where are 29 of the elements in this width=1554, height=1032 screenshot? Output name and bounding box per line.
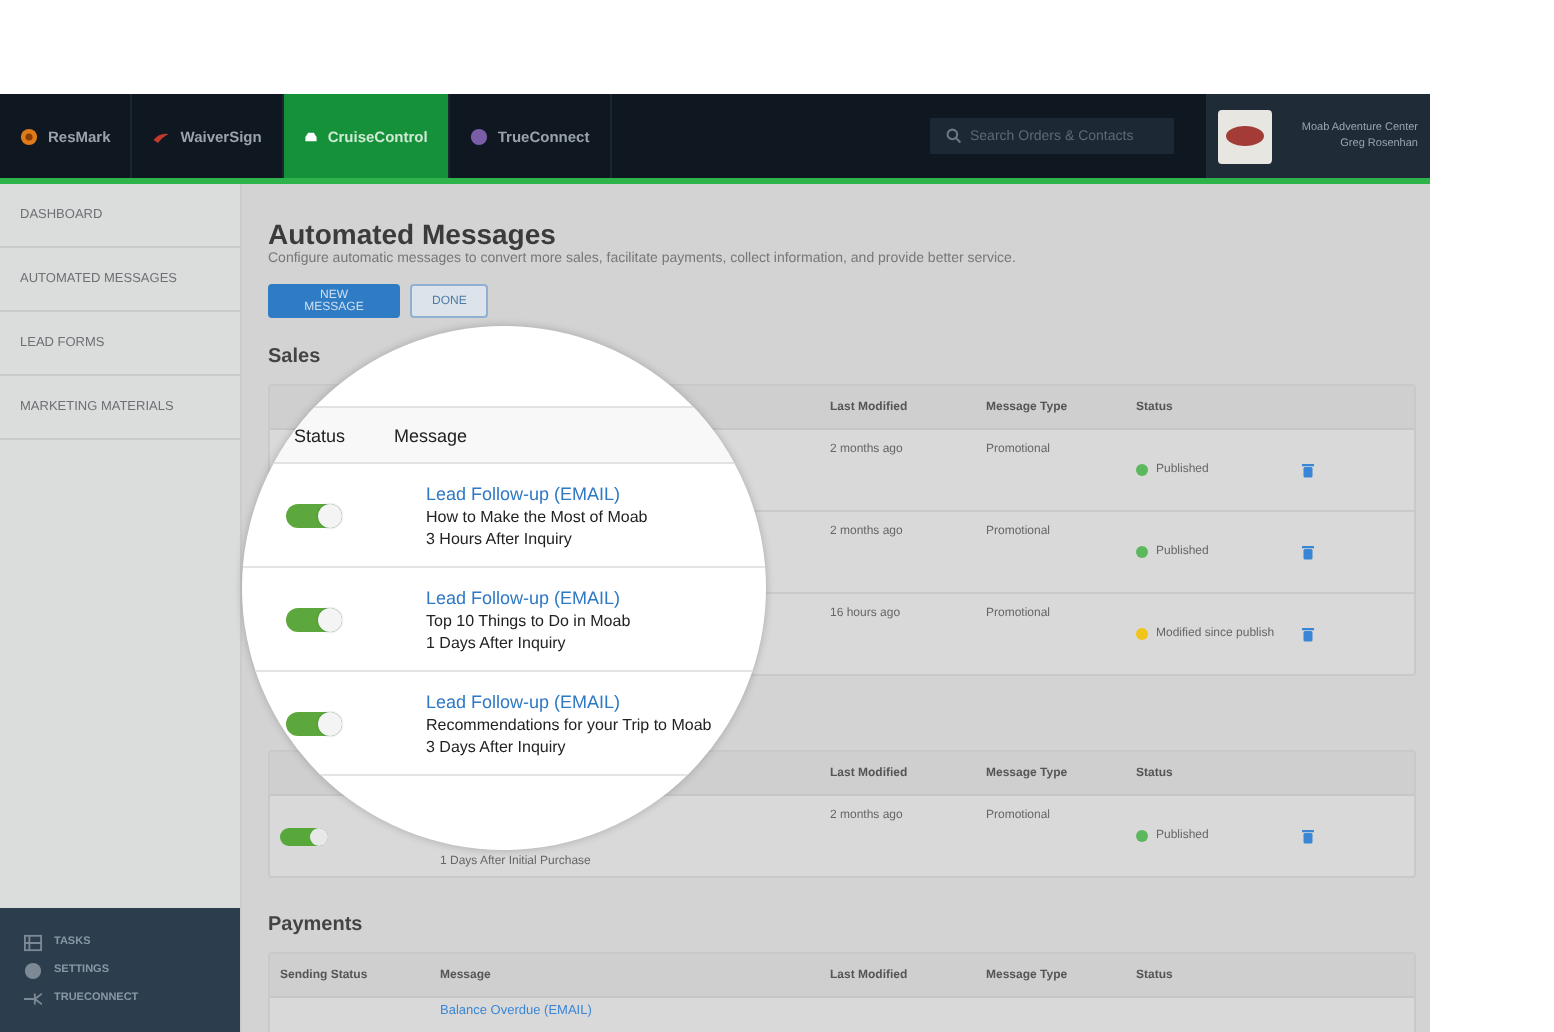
settings-icon xyxy=(24,961,42,979)
message-timing: 1 Days After Inquiry xyxy=(426,633,568,651)
trash-icon[interactable] xyxy=(1302,462,1314,478)
section-title: Sales xyxy=(268,346,323,370)
company-logo xyxy=(1218,109,1272,163)
car-icon xyxy=(303,127,318,145)
message-title: How to Make the Most of Moab xyxy=(426,507,648,525)
toggle-switch[interactable] xyxy=(280,827,328,845)
circle-logo-icon xyxy=(469,127,488,145)
message-title: Top 10 Things to Do in Moab xyxy=(426,611,631,629)
list-icon xyxy=(24,933,42,951)
message-timing: 3 Hours After Inquiry xyxy=(426,529,574,547)
trash-icon[interactable] xyxy=(1302,626,1314,642)
page-title: Automated Messages xyxy=(268,218,558,250)
trash-icon[interactable] xyxy=(1302,828,1314,844)
trash-icon[interactable] xyxy=(1302,544,1314,560)
toggle-switch[interactable] xyxy=(286,607,342,631)
message-link[interactable]: Lead Follow-up (EMAIL) xyxy=(426,587,631,607)
toggle-switch[interactable] xyxy=(286,503,342,527)
message-link[interactable]: Lead Follow-up (EMAIL) xyxy=(426,691,712,711)
message-link[interactable]: Lead Follow-up (EMAIL) xyxy=(426,483,648,503)
sun-icon xyxy=(20,127,38,145)
column-header: Status xyxy=(292,425,348,445)
column-header: Message xyxy=(394,425,468,445)
section-title: Payments xyxy=(268,914,365,938)
connector-icon xyxy=(24,989,42,1007)
message-title: Recommendations for your Trip to Moab xyxy=(426,715,712,733)
toggle-switch[interactable] xyxy=(286,711,342,735)
message-timing: 3 Days After Inquiry xyxy=(426,737,568,755)
